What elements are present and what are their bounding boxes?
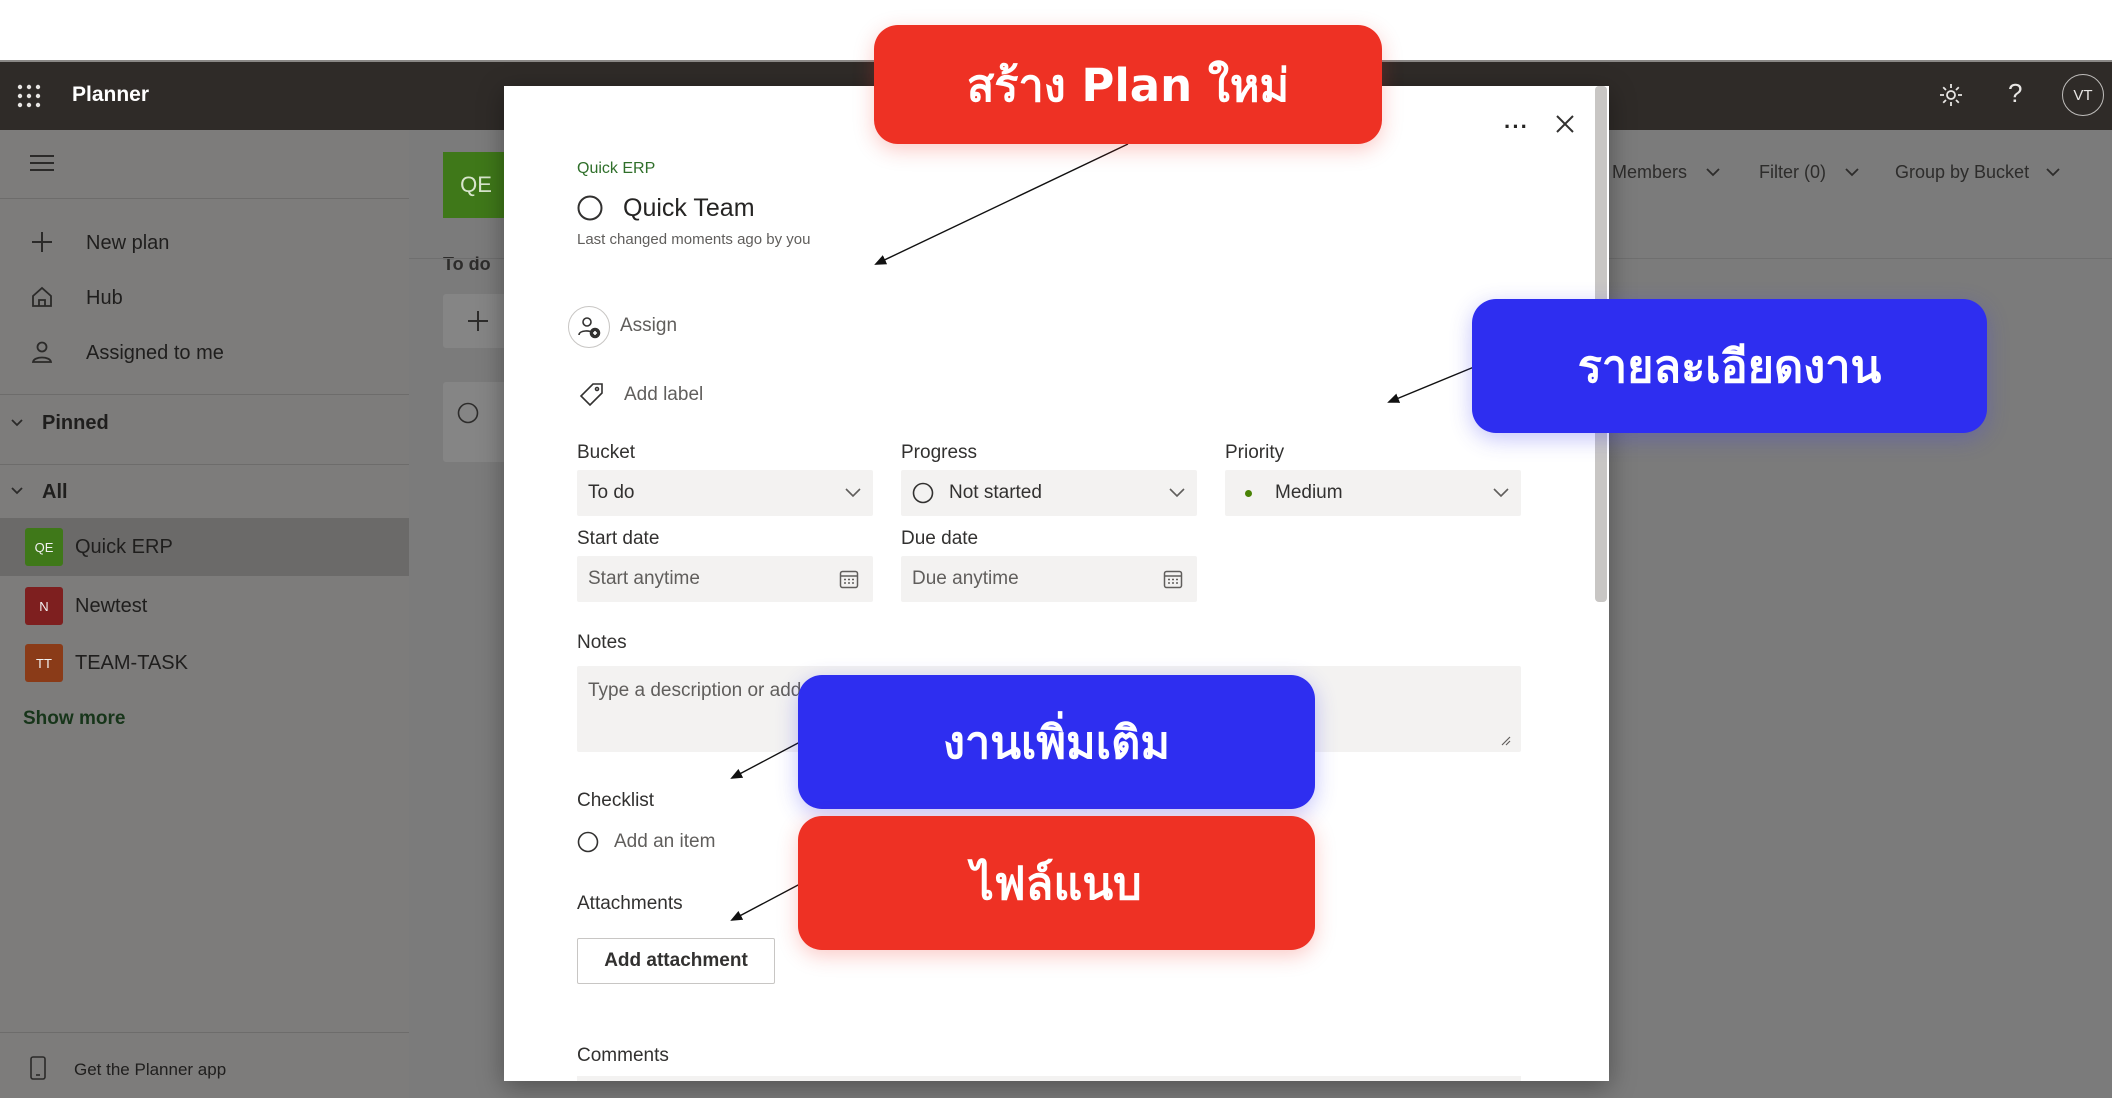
arrow-task-details (1387, 366, 1475, 403)
arrow-more-work (730, 741, 801, 779)
callout-task-details: รายละเอียดงาน (1472, 299, 1987, 433)
callout-more-work: งานเพิ่มเติม (798, 675, 1315, 809)
callout-attach-file: ไฟล์แนบ (798, 816, 1315, 950)
callout-create-plan: สร้าง Plan ใหม่ (874, 25, 1382, 144)
arrow-attach-file (730, 883, 801, 921)
arrow-create-plan (874, 143, 1129, 265)
